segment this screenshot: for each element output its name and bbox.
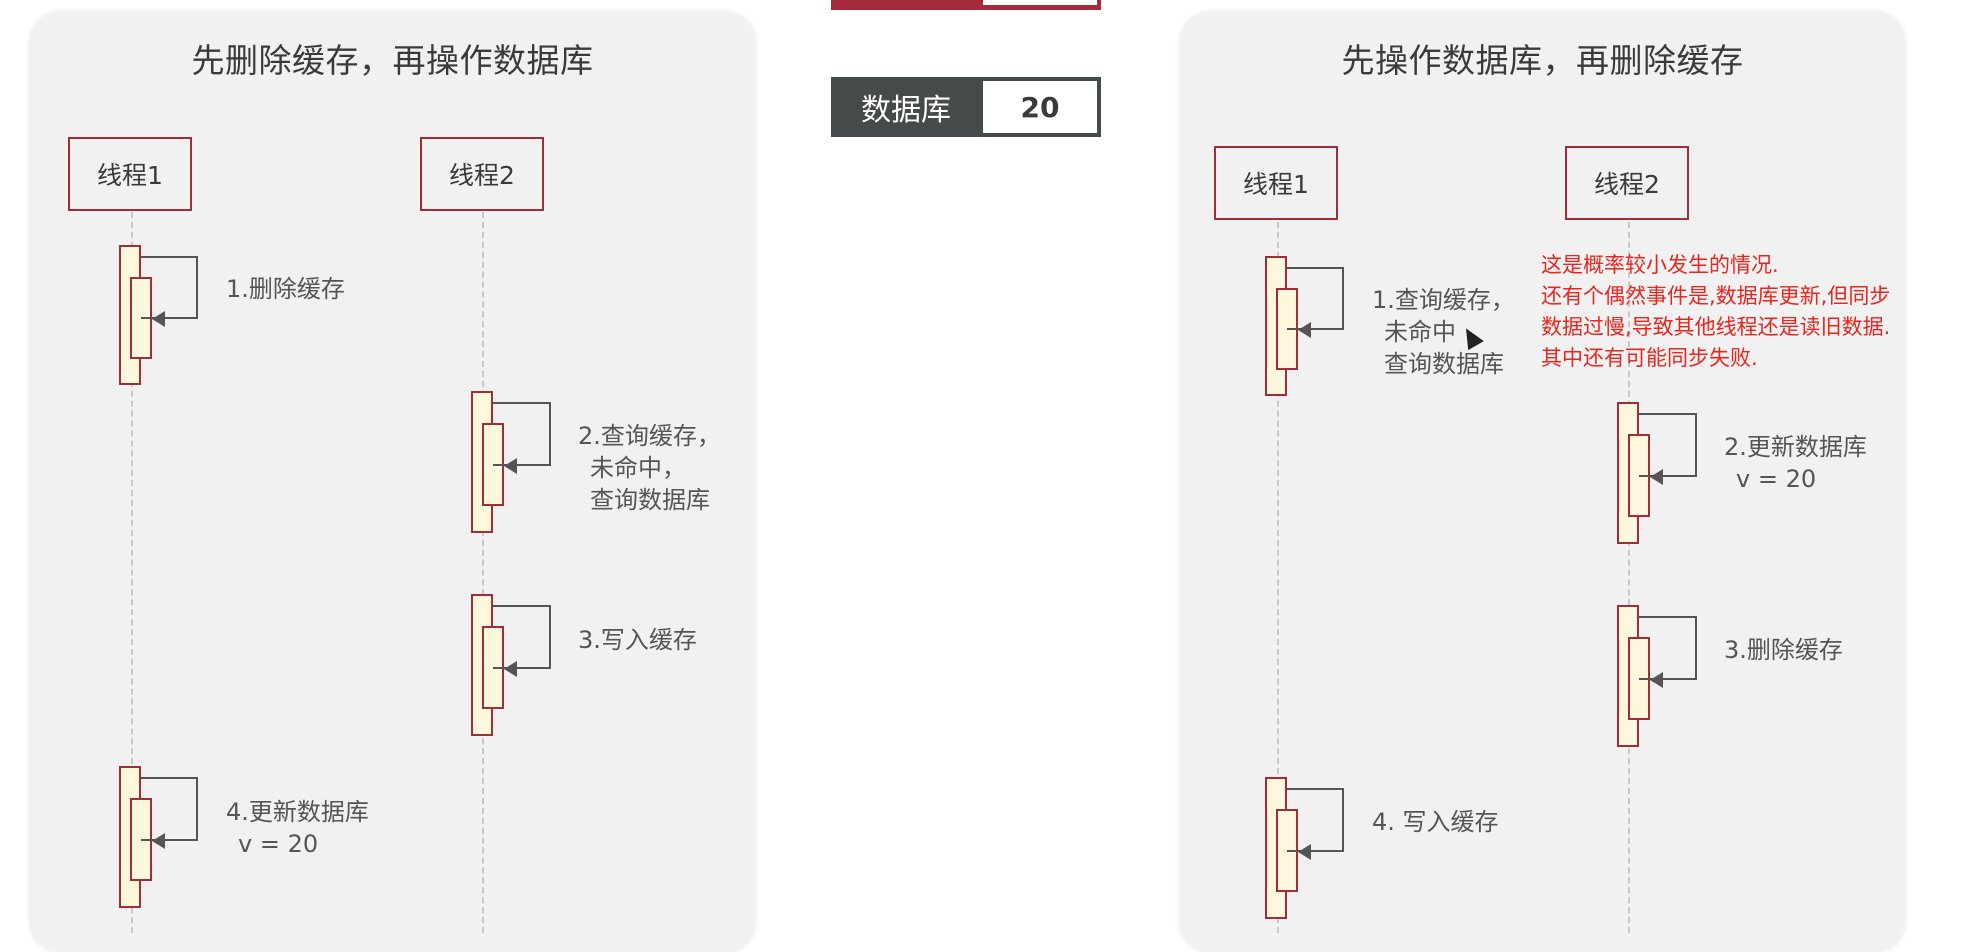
left-step2-line1: 2.查询缓存， xyxy=(578,422,721,450)
right-step1-line2: 未命中 xyxy=(1384,318,1456,346)
right-thread2-label: 线程2 xyxy=(1594,170,1660,199)
left-step2-line3: 查询数据库 xyxy=(590,486,710,514)
right-step2-arrowhead xyxy=(1650,469,1663,485)
right-step3-arrowhead xyxy=(1650,672,1663,688)
left-step3-label: 3.写入缓存 xyxy=(578,626,697,654)
left-step2-self-message xyxy=(493,402,551,466)
right-step1-line3: 查询数据库 xyxy=(1384,350,1504,378)
right-step1-label: 1.查询缓存， 未命中 查询数据库 xyxy=(1372,284,1515,380)
left-thread2-lifeline xyxy=(482,212,484,933)
right-note-line4: 其中还有可能同步失败. xyxy=(1541,346,1758,370)
right-step1-arrowhead xyxy=(1298,322,1311,338)
right-thread2-head: 线程2 xyxy=(1565,146,1689,220)
right-step1-line1: 1.查询缓存， xyxy=(1372,286,1515,314)
left-step3-arrowhead xyxy=(504,661,517,677)
left-step4-arrowhead xyxy=(152,833,165,849)
left-step3-self-message xyxy=(493,605,551,669)
db-indicator-label: 数据库 xyxy=(861,93,951,128)
right-note-line1: 这是概率较小发生的情况. xyxy=(1541,253,1779,277)
left-thread2-label: 线程2 xyxy=(449,161,515,190)
left-step2-label: 2.查询缓存， 未命中， 查询数据库 xyxy=(578,420,721,516)
left-step1-self-message xyxy=(141,256,198,319)
db-indicator-previous xyxy=(831,0,1101,10)
right-step3-label: 3.删除缓存 xyxy=(1724,636,1843,664)
right-note-line3: 数据过慢,导致其他线程还是读旧数据. xyxy=(1541,315,1891,339)
left-step4-line1: 4.更新数据库 xyxy=(226,798,369,826)
right-step2-self-message xyxy=(1639,413,1697,477)
right-thread1-head: 线程1 xyxy=(1214,146,1338,220)
left-step4-self-message xyxy=(141,777,198,841)
left-step2-line2: 未命中， xyxy=(590,454,686,482)
db-indicator-previous-value xyxy=(983,0,1097,5)
left-step2-arrowhead xyxy=(504,458,517,474)
left-step1-label: 1.删除缓存 xyxy=(226,275,345,303)
right-step4-arrowhead xyxy=(1298,844,1311,860)
left-step4-line2: v = 20 xyxy=(238,830,319,858)
left-panel-title: 先删除缓存，再操作数据库 xyxy=(191,41,594,80)
left-thread1-label: 线程1 xyxy=(97,161,163,190)
right-step2-line1: 2.更新数据库 xyxy=(1724,433,1867,461)
right-note-line2: 还有个偶然事件是,数据库更新,但同步 xyxy=(1541,284,1891,308)
left-step4-label: 4.更新数据库 v = 20 xyxy=(226,796,369,860)
right-panel-title: 先操作数据库，再删除缓存 xyxy=(1341,41,1744,80)
right-step3-self-message xyxy=(1639,616,1697,680)
db-indicator: 数据库 20 xyxy=(831,77,1101,137)
left-thread1-head: 线程1 xyxy=(68,137,192,211)
right-step4-label: 4. 写入缓存 xyxy=(1372,808,1499,836)
right-step4-self-message xyxy=(1287,788,1344,852)
right-thread1-label: 线程1 xyxy=(1243,170,1309,199)
right-step2-label: 2.更新数据库 v = 20 xyxy=(1724,431,1867,495)
right-step2-line2: v = 20 xyxy=(1736,465,1817,493)
db-indicator-value: 20 xyxy=(983,81,1097,133)
right-note: 这是概率较小发生的情况. 还有个偶然事件是,数据库更新,但同步 数据过慢,导致其… xyxy=(1541,250,1890,374)
left-thread2-head: 线程2 xyxy=(420,137,544,211)
left-step1-arrowhead xyxy=(152,311,165,327)
right-step1-self-message xyxy=(1287,267,1344,330)
